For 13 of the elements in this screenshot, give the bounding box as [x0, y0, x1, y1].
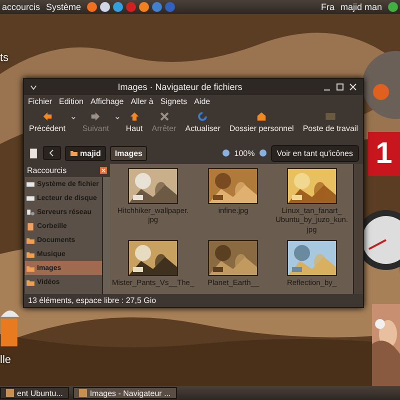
launcher-icon[interactable]: [87, 2, 98, 12]
taskbar-button[interactable]: ent Ubuntu...: [0, 387, 69, 399]
launcher-icon[interactable]: [139, 2, 150, 12]
taskbar-button[interactable]: Images - Navigateur ...: [72, 387, 177, 399]
window-icon: [78, 389, 87, 397]
window-icon: [6, 389, 14, 397]
status-icon[interactable]: [388, 2, 398, 12]
panel-menu[interactable]: accourcis: [2, 2, 40, 12]
user-name[interactable]: majid man: [340, 2, 382, 12]
launcher-icon[interactable]: [100, 2, 110, 12]
panel-menu[interactable]: Système: [46, 2, 82, 12]
launcher-icon[interactable]: [113, 2, 124, 12]
keyboard-layout[interactable]: Fra: [320, 2, 334, 12]
